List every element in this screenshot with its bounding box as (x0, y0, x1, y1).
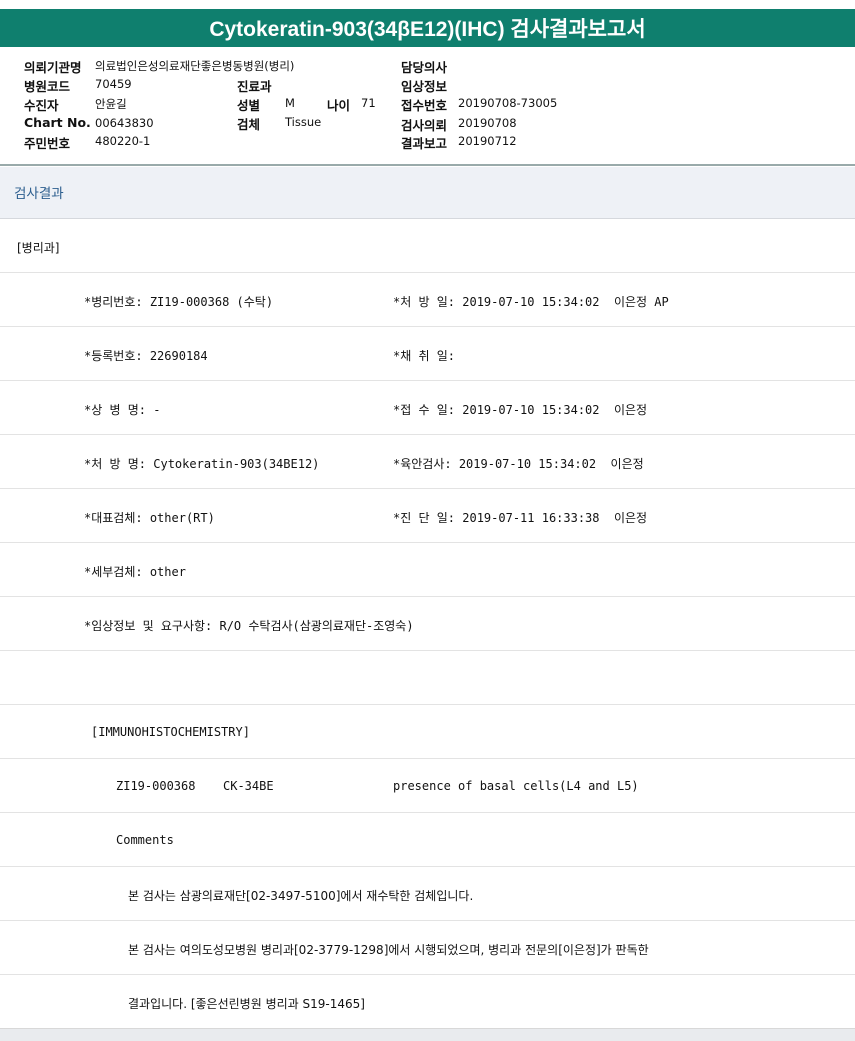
result-rows: [병리과] *병리번호: ZI19-000368 (수탁) *처 방 일: 20… (0, 219, 855, 1029)
receipt-no-label: 접수번호 (401, 98, 448, 113)
clinical-request: *임상정보 및 요구사항: R/O 수탁검사(삼광의료재단-조영숙) (84, 619, 414, 633)
specimen-label: 검체 (237, 117, 261, 132)
request-label: 검사의뢰 (401, 118, 448, 133)
registration-no: *등록번호: 22690184 (84, 349, 208, 363)
table-row: *임상정보 및 요구사항: R/O 수탁검사(삼광의료재단-조영숙) (0, 597, 855, 651)
section-title: 검사결과 (14, 186, 64, 202)
hospital-code-label: 병원코드 (24, 79, 71, 94)
collection-date: *채 취 일: (393, 349, 456, 363)
table-row: *상 병 명: - *접 수 일: 2019-07-10 15:34:02 이은… (0, 381, 855, 435)
chart-no-value: 00643830 (95, 116, 154, 130)
bottom-scroll-area[interactable] (0, 1028, 855, 1041)
department-tag: [병리과] (17, 241, 60, 255)
prescription-name: *처 방 명: Cytokeratin-903(34BE12) (84, 457, 320, 471)
institution-value: 의료법인은성의료재단좋은병동병원(병리) (95, 59, 295, 73)
comment-line-3: 결과입니다. [좋은선린병원 병리과 S19-1465] (128, 997, 365, 1011)
chart-no-label: Chart No. (24, 115, 91, 130)
patient-label: 수진자 (24, 98, 59, 113)
gross-exam-date: *육안검사: 2019-07-10 15:34:02 이은정 (393, 457, 644, 471)
id-label: 주민번호 (24, 136, 71, 151)
sex-label: 성별 (237, 98, 261, 113)
patient-info-block: 의뢰기관명 의료법인은성의료재단좋은병동병원(병리) 담당의사 병원코드 704… (0, 54, 855, 164)
receipt-date: *접 수 일: 2019-07-10 15:34:02 이은정 (393, 403, 648, 417)
receipt-no-value: 20190708-73005 (458, 96, 558, 110)
table-row: *세부검체: other (0, 543, 855, 597)
table-row: Comments (0, 813, 855, 867)
hospital-code-value: 70459 (95, 77, 132, 91)
table-row: *처 방 명: Cytokeratin-903(34BE12) *육안검사: 2… (0, 435, 855, 489)
comments-heading: Comments (116, 833, 174, 847)
report-title-bar: Cytokeratin-903(34βE12)(IHC) 검사결과보고서 (0, 9, 855, 47)
department-label: 진료과 (237, 79, 272, 94)
institution-label: 의뢰기관명 (24, 60, 82, 75)
report-label: 결과보고 (401, 136, 448, 151)
table-row: *등록번호: 22690184 *채 취 일: (0, 327, 855, 381)
clinical-info-label: 임상정보 (401, 79, 448, 94)
ihc-case-no: ZI19-000368 (116, 779, 196, 793)
table-row: 본 검사는 여의도성모병원 병리과[02-3779-1298]에서 시행되었으며… (0, 921, 855, 975)
age-label: 나이 (327, 98, 351, 113)
age-value: 71 (361, 96, 376, 110)
table-row: [IMMUNOHISTOCHEMISTRY] (0, 705, 855, 759)
prescription-date: *처 방 일: 2019-07-10 15:34:02 이은정 AP (393, 295, 669, 309)
report-value: 20190712 (458, 134, 517, 148)
ihc-marker: CK-34BE (223, 779, 274, 793)
table-row: *대표검체: other(RT) *진 단 일: 2019-07-11 16:3… (0, 489, 855, 543)
sex-value: M (285, 96, 295, 110)
table-row: ZI19-000368 CK-34BE presence of basal ce… (0, 759, 855, 813)
table-row: 본 검사는 삼광의료재단[02-3497-5100]에서 재수탁한 검체입니다. (0, 867, 855, 921)
detail-specimen: *세부검체: other (84, 565, 186, 579)
table-row: [병리과] (0, 219, 855, 273)
comment-line-1: 본 검사는 삼광의료재단[02-3497-5100]에서 재수탁한 검체입니다. (128, 889, 474, 903)
request-value: 20190708 (458, 116, 517, 130)
table-row: *병리번호: ZI19-000368 (수탁) *처 방 일: 2019-07-… (0, 273, 855, 327)
table-row (0, 651, 855, 705)
report-title: Cytokeratin-903(34βE12)(IHC) 검사결과보고서 (209, 18, 646, 41)
section-header: 검사결과 (0, 167, 855, 219)
header-divider (0, 164, 855, 166)
comment-line-2: 본 검사는 여의도성모병원 병리과[02-3779-1298]에서 시행되었으며… (128, 943, 649, 957)
table-row: 결과입니다. [좋은선린병원 병리과 S19-1465] (0, 975, 855, 1029)
patient-value: 안윤길 (95, 97, 127, 111)
id-value: 480220-1 (95, 134, 151, 148)
pathology-no: *병리번호: ZI19-000368 (수탁) (84, 295, 274, 309)
ihc-heading: [IMMUNOHISTOCHEMISTRY] (91, 725, 250, 739)
specimen-value: Tissue (285, 115, 322, 129)
diagnosis-date: *진 단 일: 2019-07-11 16:33:38 이은정 (393, 511, 648, 525)
main-specimen: *대표검체: other(RT) (84, 511, 215, 525)
doctor-label: 담당의사 (401, 60, 448, 75)
diagnosis-name: *상 병 명: - (84, 403, 161, 417)
ihc-result: presence of basal cells(L4 and L5) (393, 779, 639, 793)
